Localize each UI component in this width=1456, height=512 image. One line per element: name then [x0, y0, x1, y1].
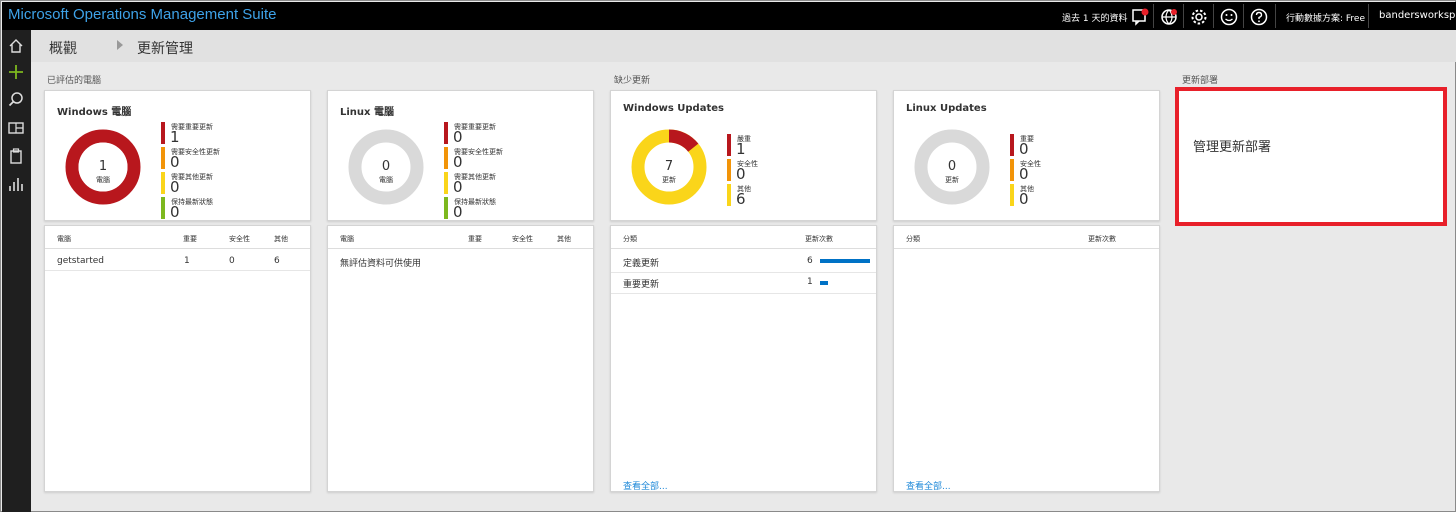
- legend-other: 其他 0: [1010, 183, 1034, 208]
- alert-icon[interactable]: [1130, 7, 1150, 27]
- legend: 需要重要更新 0 需要安全性更新 0 需要其他更新 0 保持最新狀態 0: [444, 121, 503, 221]
- legend-critical: 嚴重 1: [727, 133, 751, 158]
- legend-critical: 重要 0: [1010, 133, 1034, 158]
- breadcrumb-current: 更新管理: [137, 41, 193, 57]
- chevron-right-icon: [117, 40, 123, 50]
- donut-center-label: 電腦: [379, 176, 393, 184]
- row-critical: 1: [184, 256, 190, 266]
- linux-pc-tile[interactable]: Linux 電腦 0 電腦 需要重要更新 0 需要安全性更新 0 需要其他更新 0 保…: [327, 90, 594, 221]
- windows-pc-list: 電腦 重要 安全性 其他 getstarted 1 0 6: [44, 225, 311, 492]
- donut-center-label: 更新: [662, 176, 676, 184]
- plan-label[interactable]: 行動數據方案: Free: [1286, 11, 1365, 24]
- legend-security: 需要安全性更新 0: [161, 146, 220, 171]
- column-header[interactable]: 電腦: [340, 234, 354, 244]
- dashboard-icon[interactable]: [6, 118, 26, 138]
- column-header[interactable]: 重要: [468, 234, 482, 244]
- home-icon[interactable]: [6, 36, 26, 56]
- donut-center-label: 更新: [945, 176, 959, 184]
- linux-pc-list: 電腦 重要 安全性 其他 無評估資料可供使用: [327, 225, 594, 492]
- smiley-icon[interactable]: [1219, 7, 1239, 27]
- legend-other: 需要其他更新 0: [161, 171, 213, 196]
- legend: 需要重要更新 1 需要安全性更新 0 需要其他更新 0 保持最新狀態 0: [161, 121, 220, 221]
- app-title[interactable]: Microsoft Operations Management Suite: [8, 6, 276, 23]
- legend-uptodate: 保持最新狀態 0: [444, 196, 496, 221]
- tile-title: Windows Updates: [623, 103, 724, 114]
- legend-other: 其他 6: [727, 183, 751, 208]
- manage-deployments-link[interactable]: 管理更新部署: [1193, 136, 1271, 155]
- column-header[interactable]: 其他: [557, 234, 571, 244]
- workspace-name[interactable]: bandersworkspace: [1373, 3, 1456, 29]
- gear-icon[interactable]: [1189, 7, 1209, 27]
- tile-title: Linux 電腦: [340, 107, 394, 118]
- globe-icon[interactable]: [1159, 7, 1179, 27]
- column-header[interactable]: 重要: [183, 234, 197, 244]
- row-count: 1: [807, 277, 813, 287]
- legend-security: 安全性 0: [1010, 158, 1041, 183]
- column-header[interactable]: 安全性: [512, 234, 533, 244]
- empty-state-text: 無評估資料可供使用: [340, 259, 422, 269]
- tile-title: Windows 電腦: [57, 107, 132, 118]
- help-icon[interactable]: [1249, 7, 1269, 27]
- see-all-link[interactable]: 查看全部...: [623, 479, 668, 492]
- count-bar: [820, 259, 870, 263]
- analytics-icon[interactable]: [6, 174, 26, 194]
- legend-other: 需要其他更新 0: [444, 171, 496, 196]
- linux-updates-tile[interactable]: Linux Updates 0 更新 重要 0 安全性 0 其他 0: [893, 90, 1160, 221]
- search-icon[interactable]: [6, 90, 26, 110]
- update-deployments-tile[interactable]: 管理更新部署: [1175, 87, 1447, 226]
- column-header[interactable]: 分類: [906, 234, 920, 244]
- legend-security: 需要安全性更新 0: [444, 146, 503, 171]
- column-header[interactable]: 更新次數: [1088, 234, 1116, 244]
- donut-center-value: 0: [947, 159, 957, 174]
- tile-title: Linux Updates: [906, 103, 987, 114]
- linux-updates-list: 分類 更新次數 查看全部...: [893, 225, 1160, 492]
- breadcrumb: 概觀 更新管理: [31, 30, 1456, 62]
- time-range-label[interactable]: 過去 1 天的資料: [1062, 11, 1127, 24]
- windows-pc-tile[interactable]: Windows 電腦 1 電腦 需要重要更新 1 需要安全性更新 0 需要其他更新 0…: [44, 90, 311, 221]
- top-bar: Microsoft Operations Management Suite 過去…: [2, 2, 1456, 30]
- legend-security: 安全性 0: [727, 158, 758, 183]
- donut-center-value: 7: [664, 159, 674, 174]
- legend-uptodate: 保持最新狀態 0: [161, 196, 213, 221]
- donut-center-value: 1: [98, 159, 108, 174]
- breadcrumb-home[interactable]: 概觀: [49, 38, 77, 58]
- clipboard-icon[interactable]: [6, 146, 26, 166]
- row-security: 0: [229, 256, 235, 266]
- left-nav: [2, 30, 31, 512]
- donut-center-value: 0: [381, 159, 391, 174]
- see-all-link[interactable]: 查看全部...: [906, 479, 951, 492]
- legend: 嚴重 1 安全性 0 其他 6: [727, 133, 758, 208]
- row-classification: 定義更新: [623, 259, 660, 269]
- section-assessed-label: 已評估的電腦: [47, 76, 102, 86]
- section-deployments-label: 更新部署: [1182, 76, 1219, 86]
- legend-critical: 需要重要更新 1: [161, 121, 213, 146]
- row-computer: getstarted: [57, 256, 104, 266]
- column-header[interactable]: 電腦: [57, 234, 71, 244]
- donut-center-label: 電腦: [96, 176, 110, 184]
- column-header[interactable]: 分類: [623, 234, 637, 244]
- app-frame: Microsoft Operations Management Suite 過去…: [0, 0, 1456, 512]
- row-other: 6: [274, 256, 280, 266]
- count-bar: [820, 281, 828, 285]
- column-header[interactable]: 其他: [274, 234, 288, 244]
- add-icon[interactable]: [6, 62, 26, 82]
- column-header[interactable]: 更新次數: [805, 234, 833, 244]
- legend-critical: 需要重要更新 0: [444, 121, 496, 146]
- column-header[interactable]: 安全性: [229, 234, 250, 244]
- row-classification: 重要更新: [623, 280, 660, 290]
- row-count: 6: [807, 256, 813, 266]
- legend: 重要 0 安全性 0 其他 0: [1010, 133, 1041, 208]
- windows-updates-tile[interactable]: Windows Updates 7 更新 嚴重 1 安全性 0 其他 6: [610, 90, 877, 221]
- windows-updates-list: 分類 更新次數 定義更新 6 重要更新 1 查看全部...: [610, 225, 877, 492]
- section-missing-label: 缺少更新: [614, 76, 651, 86]
